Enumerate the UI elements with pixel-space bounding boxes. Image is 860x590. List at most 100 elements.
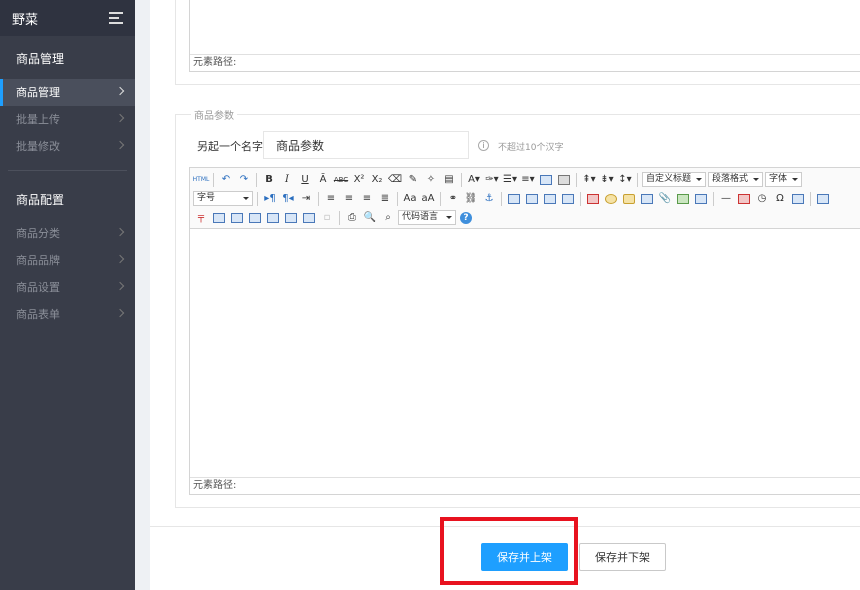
- search-replace-icon[interactable]: ⌕: [380, 210, 396, 226]
- bold-icon[interactable]: B: [261, 172, 277, 188]
- unordered-list-icon[interactable]: ≡▾: [520, 172, 536, 188]
- font-border-icon[interactable]: Ā: [315, 172, 331, 188]
- top-editor-area[interactable]: [190, 0, 860, 54]
- paragraph-format-select[interactable]: 段落格式: [708, 172, 764, 187]
- special-char-icon[interactable]: Ω: [772, 191, 788, 207]
- delete-table-icon[interactable]: ╤: [193, 210, 209, 226]
- preview-icon[interactable]: 🔍: [362, 210, 378, 226]
- indent-icon[interactable]: ⇥: [298, 191, 314, 207]
- image-center-icon[interactable]: [560, 191, 576, 207]
- time-icon[interactable]: ◷: [754, 191, 770, 207]
- chevron-right-icon: [115, 86, 125, 96]
- info-icon: i: [478, 140, 489, 151]
- chevron-right-icon: [115, 140, 125, 150]
- image-none-icon[interactable]: [506, 191, 522, 207]
- name-label: 另起一个名字:: [197, 140, 267, 153]
- ordered-list-icon[interactable]: ☰▾: [502, 172, 518, 188]
- date-icon[interactable]: [736, 191, 752, 207]
- row-spacing-top-icon[interactable]: ⇞▾: [581, 172, 597, 188]
- print-icon[interactable]: ⎙: [344, 210, 360, 226]
- horizontal-rule-icon[interactable]: —: [718, 191, 734, 207]
- top-editor-path: 元素路径:: [190, 54, 860, 71]
- uppercase-icon[interactable]: Aa: [402, 191, 418, 207]
- attachment-icon[interactable]: 📎: [657, 191, 673, 207]
- unlink-icon[interactable]: ⛓: [463, 191, 479, 207]
- remove-format-icon[interactable]: ⌫: [387, 172, 403, 188]
- editor-element-path: 元素路径:: [190, 477, 860, 494]
- insert-video-icon[interactable]: [639, 191, 655, 207]
- link-icon[interactable]: ⚭: [445, 191, 461, 207]
- insert-frame-icon[interactable]: [693, 191, 709, 207]
- editor-toolbar: HTML ↶ ↷ B I U Ā ABC X² X₂ ⌫ ✎ ✧ ▤ A▾ ✑▾…: [190, 168, 860, 229]
- paste-plain-icon[interactable]: ▤: [441, 172, 457, 188]
- split-cells-icon[interactable]: [301, 210, 317, 226]
- help-icon[interactable]: ?: [458, 210, 474, 226]
- strikethrough-icon[interactable]: ABC: [333, 172, 349, 188]
- merge-cells-icon[interactable]: [283, 210, 299, 226]
- insert-table-icon[interactable]: [815, 191, 831, 207]
- html-source-icon[interactable]: HTML: [193, 172, 210, 188]
- sidebar-item-label: 商品管理: [16, 86, 60, 99]
- sidebar-item-brand[interactable]: 商品品牌: [0, 247, 135, 274]
- sidebar-item-batch-upload[interactable]: 批量上传: [0, 106, 135, 133]
- clear-doc-icon[interactable]: [556, 172, 572, 188]
- row-spacing-bottom-icon[interactable]: ⇟▾: [599, 172, 615, 188]
- custom-title-select[interactable]: 自定义标题: [642, 172, 707, 187]
- sidebar-item-batch-edit[interactable]: 批量修改: [0, 133, 135, 160]
- sidebar-item-category[interactable]: 商品分类: [0, 220, 135, 247]
- insert-row-before-icon[interactable]: [211, 210, 227, 226]
- sidebar-item-settings[interactable]: 商品设置: [0, 274, 135, 301]
- font-color-icon[interactable]: A▾: [466, 172, 482, 188]
- collapse-menu-icon[interactable]: [109, 12, 125, 24]
- emotion-icon[interactable]: [603, 191, 619, 207]
- italic-icon[interactable]: I: [279, 172, 295, 188]
- editor-content-area[interactable]: [190, 229, 860, 478]
- align-center-icon[interactable]: ≡: [341, 191, 357, 207]
- delete-col-icon[interactable]: [265, 210, 281, 226]
- image-right-icon[interactable]: [542, 191, 558, 207]
- line-height-icon[interactable]: ↕▾: [617, 172, 633, 188]
- align-justify-icon[interactable]: ≣: [377, 191, 393, 207]
- subscript-icon[interactable]: X₂: [369, 172, 385, 188]
- word-image-icon[interactable]: [790, 191, 806, 207]
- chevron-right-icon: [115, 227, 125, 237]
- select-all-icon[interactable]: [538, 172, 554, 188]
- insert-col-icon[interactable]: [247, 210, 263, 226]
- sidebar-item-label: 商品分类: [16, 227, 60, 240]
- rtl-icon[interactable]: ¶◂: [280, 191, 296, 207]
- insert-image-icon[interactable]: [585, 191, 601, 207]
- scrawl-icon[interactable]: [621, 191, 637, 207]
- chevron-right-icon: [115, 281, 125, 291]
- rich-text-editor: HTML ↶ ↷ B I U Ā ABC X² X₂ ⌫ ✎ ✧ ▤ A▾ ✑▾…: [189, 167, 860, 495]
- params-name-input[interactable]: [263, 131, 469, 159]
- anchor-icon[interactable]: ⚓: [481, 191, 497, 207]
- superscript-icon[interactable]: X²: [351, 172, 367, 188]
- sidebar-item-form[interactable]: 商品表单: [0, 301, 135, 328]
- align-right-icon[interactable]: ≡: [359, 191, 375, 207]
- chevron-right-icon: [115, 113, 125, 123]
- sidebar-item-label: 批量修改: [16, 140, 60, 153]
- font-family-select[interactable]: 字体: [765, 172, 803, 187]
- ltr-icon[interactable]: ▸¶: [262, 191, 278, 207]
- sidebar-group-title: 商品管理: [16, 52, 65, 66]
- underline-icon[interactable]: U: [297, 172, 313, 188]
- redo-icon[interactable]: ↷: [236, 172, 252, 188]
- map-icon[interactable]: [675, 191, 691, 207]
- undo-icon[interactable]: ↶: [218, 172, 234, 188]
- hint-text: 不超过10个汉字: [498, 143, 564, 153]
- chevron-right-icon: [115, 308, 125, 318]
- sidebar-item-goods-manage[interactable]: 商品管理: [0, 79, 135, 106]
- top-editor: 元素路径:: [189, 0, 860, 72]
- delete-row-icon[interactable]: [229, 210, 245, 226]
- auto-typeset-icon[interactable]: ✧: [423, 172, 439, 188]
- sidebar-header: 野菜: [0, 0, 135, 36]
- font-size-select[interactable]: 字号: [193, 191, 253, 206]
- format-match-icon[interactable]: ✎: [405, 172, 421, 188]
- save-and-unpublish-button[interactable]: 保存并下架: [579, 543, 666, 571]
- sidebar-divider: [8, 170, 127, 171]
- lowercase-icon[interactable]: aA: [420, 191, 436, 207]
- align-left-icon[interactable]: ≡: [323, 191, 339, 207]
- image-left-icon[interactable]: [524, 191, 540, 207]
- code-language-select[interactable]: 代码语言: [398, 210, 456, 225]
- background-color-icon[interactable]: ✑▾: [484, 172, 500, 188]
